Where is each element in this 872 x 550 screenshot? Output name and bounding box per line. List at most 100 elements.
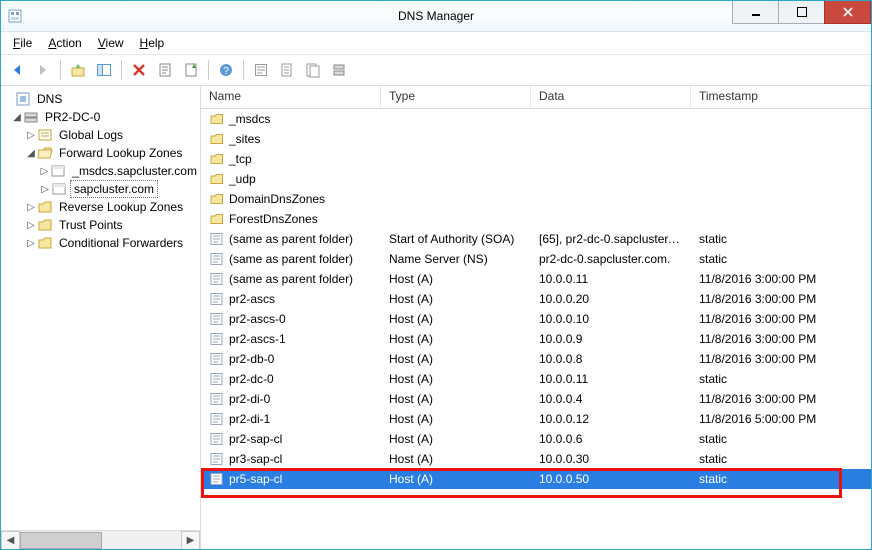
record-row[interactable]: pr5-sap-clHost (A)10.0.0.50static xyxy=(201,469,871,489)
tree-conditional-forwarders[interactable]: ▷ Conditional Forwarders xyxy=(3,234,200,252)
new-record-button[interactable] xyxy=(275,58,299,82)
scroll-left-button[interactable]: ◀ xyxy=(1,531,20,550)
tree-server[interactable]: ◢ PR2-DC-0 xyxy=(3,108,200,126)
tree-global-logs[interactable]: ▷ Global Logs xyxy=(3,126,200,144)
expand-icon[interactable]: ▷ xyxy=(25,202,37,213)
record-row[interactable]: (same as parent folder)Name Server (NS)p… xyxy=(201,249,871,269)
titlebar[interactable]: DNS Manager xyxy=(1,1,871,32)
record-data: 10.0.0.9 xyxy=(531,332,691,346)
menu-file[interactable]: File xyxy=(7,34,38,52)
folder-open-icon xyxy=(37,145,53,161)
show-hide-tree-button[interactable] xyxy=(92,58,116,82)
record-name: pr3-sap-cl xyxy=(229,452,282,466)
record-row[interactable]: (same as parent folder)Start of Authorit… xyxy=(201,229,871,249)
record-data: 10.0.0.8 xyxy=(531,352,691,366)
record-icon xyxy=(209,332,225,346)
scroll-right-button[interactable]: ▶ xyxy=(181,531,200,550)
scroll-track[interactable] xyxy=(20,532,181,549)
maximize-button[interactable] xyxy=(778,1,825,24)
help-button[interactable]: ? xyxy=(214,58,238,82)
refresh-button[interactable] xyxy=(179,58,203,82)
folder-name: DomainDnsZones xyxy=(229,192,325,206)
folder-row[interactable]: _msdcs xyxy=(201,109,871,129)
column-timestamp[interactable]: Timestamp xyxy=(691,86,871,108)
tree-forward-zones[interactable]: ◢ Forward Lookup Zones xyxy=(3,144,200,162)
record-timestamp: 11/8/2016 3:00:00 PM xyxy=(691,292,871,306)
folder-row[interactable]: DomainDnsZones xyxy=(201,189,871,209)
expand-icon[interactable]: ▷ xyxy=(39,184,51,195)
record-row[interactable]: pr2-ascsHost (A)10.0.0.2011/8/2016 3:00:… xyxy=(201,289,871,309)
record-type: Host (A) xyxy=(381,372,531,386)
tree-trust-points[interactable]: ▷ Trust Points xyxy=(3,216,200,234)
record-name: pr2-ascs-0 xyxy=(229,312,286,326)
record-timestamp: static xyxy=(691,432,871,446)
folder-icon xyxy=(209,212,225,226)
record-timestamp: static xyxy=(691,232,871,246)
tree-reverse-zones[interactable]: ▷ Reverse Lookup Zones xyxy=(3,198,200,216)
record-row[interactable]: (same as parent folder)Host (A)10.0.0.11… xyxy=(201,269,871,289)
filter-button[interactable] xyxy=(249,58,273,82)
server-icon xyxy=(23,109,39,125)
record-type: Host (A) xyxy=(381,432,531,446)
server-button[interactable] xyxy=(327,58,351,82)
record-timestamp: 11/8/2016 5:00:00 PM xyxy=(691,412,871,426)
record-type: Host (A) xyxy=(381,472,531,486)
scroll-thumb[interactable] xyxy=(20,532,102,549)
record-data: 10.0.0.4 xyxy=(531,392,691,406)
dns-manager-window: DNS Manager File Action View Help ? xyxy=(0,0,872,550)
folder-row[interactable]: _udp xyxy=(201,169,871,189)
record-timestamp: static xyxy=(691,252,871,266)
tree-zone-msdcs[interactable]: ▷ _msdcs.sapcluster.com xyxy=(3,162,200,180)
folder-icon xyxy=(37,235,53,251)
new-zone-button[interactable] xyxy=(301,58,325,82)
tree-scrollbar[interactable]: ◀ ▶ xyxy=(1,530,200,549)
record-row[interactable]: pr2-ascs-0Host (A)10.0.0.1011/8/2016 3:0… xyxy=(201,309,871,329)
expand-icon[interactable]: ▷ xyxy=(38,166,50,177)
record-timestamp: static xyxy=(691,452,871,466)
record-data: 10.0.0.20 xyxy=(531,292,691,306)
nav-forward-button[interactable] xyxy=(31,58,55,82)
record-icon xyxy=(209,432,225,446)
expand-icon[interactable]: ▷ xyxy=(25,238,37,249)
close-button[interactable] xyxy=(824,1,871,24)
delete-button[interactable] xyxy=(127,58,151,82)
expand-icon[interactable]: ▷ xyxy=(25,130,37,141)
list-header: Name Type Data Timestamp xyxy=(201,86,871,109)
record-row[interactable]: pr2-ascs-1Host (A)10.0.0.911/8/2016 3:00… xyxy=(201,329,871,349)
column-type[interactable]: Type xyxy=(381,86,531,108)
record-icon xyxy=(209,352,225,366)
minimize-button[interactable] xyxy=(732,1,779,24)
collapse-icon[interactable]: ◢ xyxy=(25,148,37,159)
scope-tree[interactable]: DNS ◢ PR2-DC-0 ▷ Global Logs ◢ Forward L… xyxy=(1,86,200,530)
record-row[interactable]: pr2-dc-0Host (A)10.0.0.11static xyxy=(201,369,871,389)
collapse-icon[interactable]: ◢ xyxy=(11,112,23,123)
menu-action[interactable]: Action xyxy=(42,34,87,52)
record-type: Start of Authority (SOA) xyxy=(381,232,531,246)
records-list[interactable]: _msdcs_sites_tcp_udp DomainDnsZones Forest… xyxy=(201,109,871,549)
folder-icon xyxy=(209,192,225,206)
menu-view[interactable]: View xyxy=(92,34,130,52)
nav-back-button[interactable] xyxy=(5,58,29,82)
record-row[interactable]: pr2-di-1Host (A)10.0.0.1211/8/2016 5:00:… xyxy=(201,409,871,429)
record-icon xyxy=(209,472,225,486)
record-row[interactable]: pr2-sap-clHost (A)10.0.0.6static xyxy=(201,429,871,449)
record-row[interactable]: pr3-sap-clHost (A)10.0.0.30static xyxy=(201,449,871,469)
column-name[interactable]: Name xyxy=(201,86,381,108)
folder-row[interactable]: _sites xyxy=(201,129,871,149)
folder-name: ForestDnsZones xyxy=(229,212,318,226)
folder-row[interactable]: _tcp xyxy=(201,149,871,169)
column-data[interactable]: Data xyxy=(531,86,691,108)
record-data: 10.0.0.30 xyxy=(531,452,691,466)
tree-zone-sapcluster[interactable]: ▷ sapcluster.com xyxy=(3,180,200,198)
expand-icon[interactable]: ▷ xyxy=(25,220,37,231)
tree-pane[interactable]: DNS ◢ PR2-DC-0 ▷ Global Logs ◢ Forward L… xyxy=(1,86,201,549)
up-button[interactable] xyxy=(66,58,90,82)
menu-help[interactable]: Help xyxy=(134,34,171,52)
record-timestamp: 11/8/2016 3:00:00 PM xyxy=(691,392,871,406)
tree-root-dns[interactable]: DNS xyxy=(3,90,200,108)
folder-row[interactable]: ForestDnsZones xyxy=(201,209,871,229)
properties-button[interactable] xyxy=(153,58,177,82)
record-row[interactable]: pr2-di-0Host (A)10.0.0.411/8/2016 3:00:0… xyxy=(201,389,871,409)
record-row[interactable]: pr2-db-0Host (A)10.0.0.811/8/2016 3:00:0… xyxy=(201,349,871,369)
record-icon xyxy=(209,392,225,406)
